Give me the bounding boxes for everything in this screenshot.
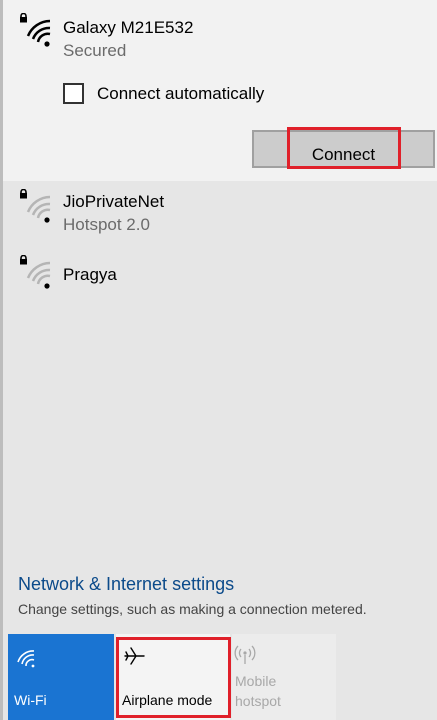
network-internet-settings-link[interactable]: Network & Internet settings <box>18 574 234 595</box>
network-status: Hotspot 2.0 <box>63 215 150 234</box>
settings-description: Change settings, such as making a connec… <box>18 601 367 617</box>
airplane-mode-label: Airplane mode <box>122 692 213 708</box>
hotspot-icon <box>234 645 256 664</box>
wifi-secured-icon <box>20 189 51 223</box>
network-name: Galaxy M21E532 <box>63 18 194 37</box>
wifi-icon <box>17 650 35 668</box>
network-item-pragya[interactable]: Pragya <box>3 251 437 295</box>
wifi-secured-icon <box>20 13 51 47</box>
connect-automatically-checkbox[interactable] <box>63 83 84 104</box>
airplane-mode-tile[interactable]: Airplane mode <box>116 634 230 720</box>
wifi-tile[interactable]: Wi-Fi <box>8 634 114 720</box>
wifi-tile-label: Wi-Fi <box>14 692 47 708</box>
connect-button[interactable]: Connect <box>252 130 435 168</box>
connect-automatically-label: Connect automatically <box>97 84 265 103</box>
network-status: Secured <box>63 41 127 60</box>
network-name: JioPrivateNet <box>63 192 165 211</box>
wifi-secured-icon <box>20 255 51 289</box>
network-name: Pragya <box>63 265 117 284</box>
mobile-hotspot-label: Mobile hotspot <box>235 673 281 709</box>
connect-button-label: Connect <box>311 145 376 164</box>
airplane-icon <box>124 647 145 665</box>
network-item-jioprivatenet[interactable]: JioPrivateNet Hotspot 2.0 <box>3 181 437 241</box>
mobile-hotspot-tile: Mobile hotspot <box>232 634 336 720</box>
network-item-galaxy[interactable]: Galaxy M21E532 Secured Connect automatic… <box>3 0 437 181</box>
